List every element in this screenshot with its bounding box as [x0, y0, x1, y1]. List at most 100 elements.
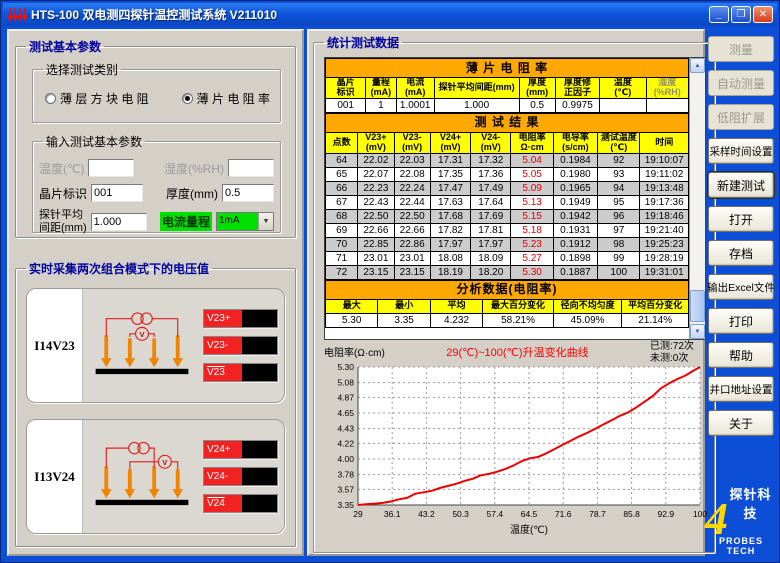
parallel-port-address-button[interactable]: 并口地址设置	[708, 376, 774, 402]
table-cell: 17.82	[429, 222, 472, 238]
maximize-button[interactable]: ❐	[731, 6, 751, 23]
print-button[interactable]: 打印	[708, 308, 774, 334]
wafer-id-input[interactable]	[91, 184, 144, 202]
measured-count: 已测:72次	[650, 341, 694, 352]
table-cell: 22.44	[393, 194, 431, 210]
table-row[interactable]: 68 22.50 22.50 17.68 17.69 5.15 0.1942 96 19:18:…	[325, 208, 689, 224]
input-params-group: 输入测试基本参数 温度(℃) 湿度(%RH) 晶片标识 厚度(mm)	[32, 133, 281, 234]
table-cell: 17.32	[470, 152, 512, 168]
scroll-down-icon[interactable]: ▼	[690, 324, 705, 339]
chart-title: 29(℃)~100(℃)升温变化曲线	[446, 347, 589, 359]
temperature-label: 温度(℃)	[39, 161, 85, 176]
radio-sheet-square-resistance[interactable]: 薄 层 方 块 电 阻	[45, 90, 149, 107]
table-cell: 95	[597, 194, 641, 210]
table-cell: 22.03	[393, 152, 431, 168]
humidity-label: 湿度(%RH)	[164, 161, 224, 176]
column-header: 最小	[377, 298, 431, 314]
table-row[interactable]: 64 22.02 22.03 17.31 17.32 5.04 0.1984 92 19:10:…	[325, 152, 689, 168]
about-button[interactable]: 关于	[708, 410, 774, 436]
table-cell: 0.9975	[554, 97, 601, 113]
low-resistance-extension-button[interactable]: 低阻扩展	[708, 104, 774, 130]
table-row[interactable]: 72 23.15 23.15 18.19 18.20 5.30 0.1887 100 19:31…	[325, 264, 689, 280]
table-cell: 5.18	[510, 222, 554, 238]
column-header: 晶片 标识	[325, 77, 367, 99]
table-cell: 22.24	[393, 180, 431, 196]
auto-measure-button[interactable]: 自动测量	[708, 70, 774, 96]
temperature-input[interactable]	[88, 159, 135, 177]
table-row[interactable]: 70 22.85 22.86 17.97 17.97 5.23 0.1912 98 19:25:…	[325, 236, 689, 252]
minimize-button[interactable]: _	[709, 6, 729, 23]
scroll-up-icon[interactable]: ▲	[690, 58, 705, 73]
section-title: 分析数据(电阻率)	[325, 279, 689, 300]
sampling-time-settings-button[interactable]: 采样时间设置	[708, 138, 774, 164]
table-scrollbar[interactable]: ▲ ▼	[689, 58, 705, 339]
probe-diagram-i14v23: V	[83, 289, 201, 402]
table-cell: 23.01	[393, 250, 431, 266]
probe-spacing-input[interactable]	[90, 212, 147, 231]
current-range-dropdown[interactable]: 1mA ▼	[216, 212, 274, 232]
column-header: 时间	[639, 131, 689, 154]
svg-text:4.87: 4.87	[337, 392, 354, 402]
column-header: 厚度修 正因子	[554, 77, 601, 99]
column-header: 测试温度 (℃)	[597, 131, 641, 154]
scrollbar-thumb[interactable]	[690, 290, 705, 322]
table-row[interactable]: 71 23.01 23.01 18.08 18.09 5.27 0.1898 99 19:28:…	[325, 250, 689, 266]
left-panel: 测试基本参数 选择测试类别 薄 层 方 块 电 阻 薄 片 电 阻 率 输入测试…	[7, 29, 304, 556]
table-cell: 100	[597, 264, 641, 280]
save-button[interactable]: 存档	[708, 240, 774, 266]
voltage-value-display	[242, 310, 277, 327]
table-cell: 71	[325, 250, 359, 266]
export-excel-button[interactable]: 输出Excel文件	[707, 274, 775, 300]
humidity-input[interactable]	[228, 159, 274, 177]
table-row[interactable]: 69 22.66 22.66 17.82 17.81 5.18 0.1931 97 19:21:…	[325, 222, 689, 238]
table-cell: 5.09	[510, 180, 554, 196]
voltage-label: V24-	[204, 468, 242, 485]
svg-text:36.1: 36.1	[384, 509, 401, 519]
table-cell: 19:31:01	[639, 264, 689, 280]
title-bar: HTS-100 双电测四探针温控测试系统 V211010 _ ❐ ✕	[3, 3, 777, 26]
table-cell: 21.14%	[621, 312, 689, 328]
column-header: 电流 (mA)	[395, 77, 435, 99]
radio-sheet-resistivity[interactable]: 薄 片 电 阻 率	[181, 90, 270, 107]
table-cell: 22.07	[357, 166, 395, 182]
svg-text:4.22: 4.22	[337, 438, 354, 448]
table-cell: 1	[365, 97, 397, 113]
radio-icon	[45, 93, 56, 104]
table-row[interactable]: 66 22.23 22.24 17.47 17.49 5.09 0.1965 94 19:13:…	[325, 180, 689, 196]
table-cell: 67	[325, 194, 359, 210]
thickness-input[interactable]	[222, 184, 274, 202]
column-header: V24+ (mV)	[429, 131, 472, 154]
table-cell: 45.09%	[552, 312, 623, 328]
table-cell: 5.30	[325, 312, 379, 328]
help-button[interactable]: 帮助	[708, 342, 774, 368]
svg-text:3.78: 3.78	[337, 470, 354, 480]
svg-text:5.30: 5.30	[337, 362, 354, 372]
table-cell: 17.49	[470, 180, 512, 196]
radio-icon	[181, 93, 193, 104]
voltage-panel-i13v24: I13V24 V V24+ V24- V24	[26, 419, 285, 534]
current-range-value: 1mA	[217, 213, 258, 231]
svg-text:50.3: 50.3	[452, 509, 469, 519]
probe-diagram-i13v24: V	[83, 420, 201, 533]
table-cell: 001	[325, 97, 367, 113]
column-header: 电导率 (s/cm)	[552, 131, 599, 154]
chevron-down-icon[interactable]: ▼	[258, 213, 273, 231]
table-row[interactable]: 67 22.43 22.44 17.63 17.64 5.13 0.1949 95 19:17:…	[325, 194, 689, 210]
table-cell: 0.1898	[552, 250, 599, 266]
table-cell: 65	[325, 166, 359, 182]
table-row[interactable]: 001 1 1.0001 1.000 0.5 0.9975	[325, 97, 689, 113]
mode-label: I14V23	[27, 289, 83, 402]
voltage-value-display	[242, 364, 277, 381]
table-cell: 0.1887	[552, 264, 599, 280]
column-header: V23- (mV)	[393, 131, 431, 154]
table-cell: 99	[597, 250, 641, 266]
table-cell: 19:25:23	[639, 236, 689, 252]
new-test-button[interactable]: 新建测试	[708, 172, 774, 198]
measure-button[interactable]: 测量	[708, 36, 774, 62]
open-button[interactable]: 打开	[708, 206, 774, 232]
table-row[interactable]: 65 22.07 22.08 17.35 17.36 5.05 0.1980 93 19:11:…	[325, 166, 689, 182]
close-button[interactable]: ✕	[753, 6, 773, 23]
table-cell: 22.50	[393, 208, 431, 224]
column-header: 湿度 (%RH)	[645, 77, 689, 99]
column-header: 最大百分变化	[482, 298, 554, 314]
